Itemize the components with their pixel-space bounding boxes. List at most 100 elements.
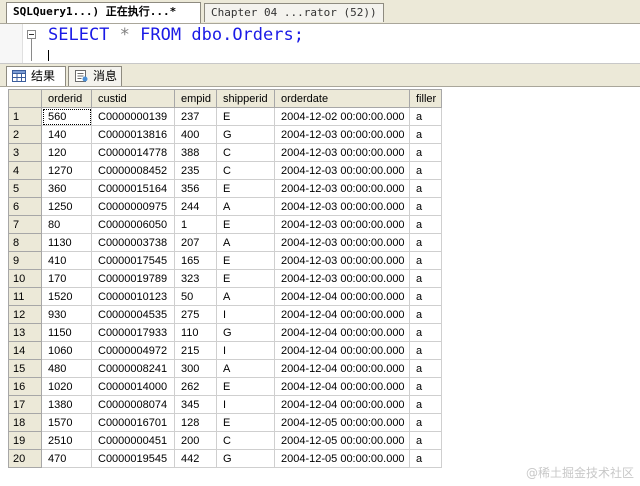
cell-shipperid[interactable]: E [216, 269, 275, 288]
cell-orderid[interactable]: 410 [41, 251, 92, 270]
row-number[interactable]: 7 [8, 215, 42, 234]
row-number[interactable]: 15 [8, 359, 42, 378]
cell-orderdate[interactable]: 2004-12-04 00:00:00.000 [274, 377, 410, 396]
row-number[interactable]: 13 [8, 323, 42, 342]
cell-filler[interactable]: a [409, 197, 442, 216]
tab-chapter04[interactable]: Chapter 04 ...rator (52)) [204, 3, 384, 22]
table-row[interactable]: 13 1150 C0000017933 110 G 2004-12-04 00:00:00… [8, 323, 442, 342]
cell-empid[interactable]: 323 [174, 269, 217, 288]
cell-empid[interactable]: 400 [174, 125, 217, 144]
cell-orderid[interactable]: 1380 [41, 395, 92, 414]
cell-empid[interactable]: 275 [174, 305, 217, 324]
cell-filler[interactable]: a [409, 305, 442, 324]
results-table[interactable]: orderid custid empid shipperid orderdate… [8, 89, 442, 468]
table-row[interactable]: 18 1570 C0000016701 128 E 2004-12-05 00:00:00… [8, 413, 442, 432]
cell-filler[interactable]: a [409, 161, 442, 180]
row-number[interactable]: 20 [8, 449, 42, 468]
cell-filler[interactable]: a [409, 233, 442, 252]
cell-filler[interactable]: a [409, 377, 442, 396]
table-row[interactable]: 12 930 C0000004535 275 I 2004-12-04 00:00:00.… [8, 305, 442, 324]
cell-orderid[interactable]: 1520 [41, 287, 92, 306]
cell-filler[interactable]: a [409, 449, 442, 468]
cell-custid[interactable]: C0000015164 [91, 179, 175, 198]
corner-cell[interactable] [8, 89, 42, 108]
cell-orderid[interactable]: 480 [41, 359, 92, 378]
query-editor[interactable]: SELECT * FROM dbo.Orders; [0, 24, 640, 64]
cell-custid[interactable]: C0000017933 [91, 323, 175, 342]
cell-filler[interactable]: a [409, 395, 442, 414]
cell-custid[interactable]: C0000004972 [91, 341, 175, 360]
cell-orderdate[interactable]: 2004-12-03 00:00:00.000 [274, 215, 410, 234]
table-row[interactable]: 4 1270 C0000008452 235 C 2004-12-03 00:00:00.… [8, 161, 442, 180]
cell-shipperid[interactable]: G [216, 449, 275, 468]
column-header-custid[interactable]: custid [91, 89, 175, 108]
cell-orderid[interactable]: 120 [41, 143, 92, 162]
row-number[interactable]: 6 [8, 197, 42, 216]
table-row[interactable]: 19 2510 C0000000451 200 C 2004-12-05 00:00:00… [8, 431, 442, 450]
cell-empid[interactable]: 356 [174, 179, 217, 198]
cell-orderid[interactable]: 1150 [41, 323, 92, 342]
cell-custid[interactable]: C0000004535 [91, 305, 175, 324]
cell-filler[interactable]: a [409, 251, 442, 270]
cell-orderid[interactable]: 140 [41, 125, 92, 144]
cell-orderdate[interactable]: 2004-12-03 00:00:00.000 [274, 197, 410, 216]
cell-orderdate[interactable]: 2004-12-03 00:00:00.000 [274, 161, 410, 180]
cell-filler[interactable]: a [409, 287, 442, 306]
cell-orderid[interactable]: 1250 [41, 197, 92, 216]
cell-orderid[interactable]: 170 [41, 269, 92, 288]
cell-orderid[interactable]: 80 [41, 215, 92, 234]
cell-filler[interactable]: a [409, 179, 442, 198]
row-number[interactable]: 12 [8, 305, 42, 324]
column-header-empid[interactable]: empid [174, 89, 217, 108]
cell-custid[interactable]: C0000013816 [91, 125, 175, 144]
row-number[interactable]: 3 [8, 143, 42, 162]
cell-orderdate[interactable]: 2004-12-04 00:00:00.000 [274, 287, 410, 306]
table-row[interactable]: 8 1130 C0000003738 207 A 2004-12-03 00:00:00.… [8, 233, 442, 252]
cell-orderdate[interactable]: 2004-12-05 00:00:00.000 [274, 413, 410, 432]
row-number[interactable]: 19 [8, 431, 42, 450]
cell-shipperid[interactable]: I [216, 395, 275, 414]
cell-custid[interactable]: C0000017545 [91, 251, 175, 270]
cell-orderdate[interactable]: 2004-12-03 00:00:00.000 [274, 179, 410, 198]
cell-shipperid[interactable]: G [216, 125, 275, 144]
cell-orderid[interactable]: 560 [41, 107, 92, 126]
row-number[interactable]: 5 [8, 179, 42, 198]
column-header-shipperid[interactable]: shipperid [216, 89, 275, 108]
table-row[interactable]: 7 80 C0000006050 1 E 2004-12-03 00:00:00.000 a [8, 215, 442, 234]
cell-empid[interactable]: 300 [174, 359, 217, 378]
row-number[interactable]: 8 [8, 233, 42, 252]
cell-orderdate[interactable]: 2004-12-04 00:00:00.000 [274, 395, 410, 414]
cell-empid[interactable]: 200 [174, 431, 217, 450]
row-number[interactable]: 18 [8, 413, 42, 432]
cell-orderdate[interactable]: 2004-12-03 00:00:00.000 [274, 233, 410, 252]
cell-filler[interactable]: a [409, 143, 442, 162]
cell-orderdate[interactable]: 2004-12-04 00:00:00.000 [274, 305, 410, 324]
cell-orderdate[interactable]: 2004-12-03 00:00:00.000 [274, 269, 410, 288]
cell-custid[interactable]: C0000019545 [91, 449, 175, 468]
cell-shipperid[interactable]: E [216, 179, 275, 198]
table-row[interactable]: 5 360 C0000015164 356 E 2004-12-03 00:00:00.0… [8, 179, 442, 198]
cell-orderid[interactable]: 1060 [41, 341, 92, 360]
row-number[interactable]: 16 [8, 377, 42, 396]
row-number[interactable]: 14 [8, 341, 42, 360]
table-row[interactable]: 2 140 C0000013816 400 G 2004-12-03 00:00:00.0… [8, 125, 442, 144]
table-row[interactable]: 10 170 C0000019789 323 E 2004-12-03 00:00:00.… [8, 269, 442, 288]
cell-shipperid[interactable]: I [216, 341, 275, 360]
cell-shipperid[interactable]: A [216, 233, 275, 252]
cell-orderid[interactable]: 1130 [41, 233, 92, 252]
cell-orderid[interactable]: 930 [41, 305, 92, 324]
cell-filler[interactable]: a [409, 413, 442, 432]
table-row[interactable]: 9 410 C0000017545 165 E 2004-12-03 00:00:00.0… [8, 251, 442, 270]
cell-orderid[interactable]: 1270 [41, 161, 92, 180]
cell-orderdate[interactable]: 2004-12-03 00:00:00.000 [274, 125, 410, 144]
cell-custid[interactable]: C0000008074 [91, 395, 175, 414]
column-header-orderdate[interactable]: orderdate [274, 89, 410, 108]
cell-shipperid[interactable]: E [216, 215, 275, 234]
column-header-orderid[interactable]: orderid [41, 89, 92, 108]
cell-orderid[interactable]: 1570 [41, 413, 92, 432]
cell-filler[interactable]: a [409, 341, 442, 360]
cell-empid[interactable]: 235 [174, 161, 217, 180]
cell-custid[interactable]: C0000010123 [91, 287, 175, 306]
cell-shipperid[interactable]: A [216, 197, 275, 216]
column-header-filler[interactable]: filler [409, 89, 442, 108]
